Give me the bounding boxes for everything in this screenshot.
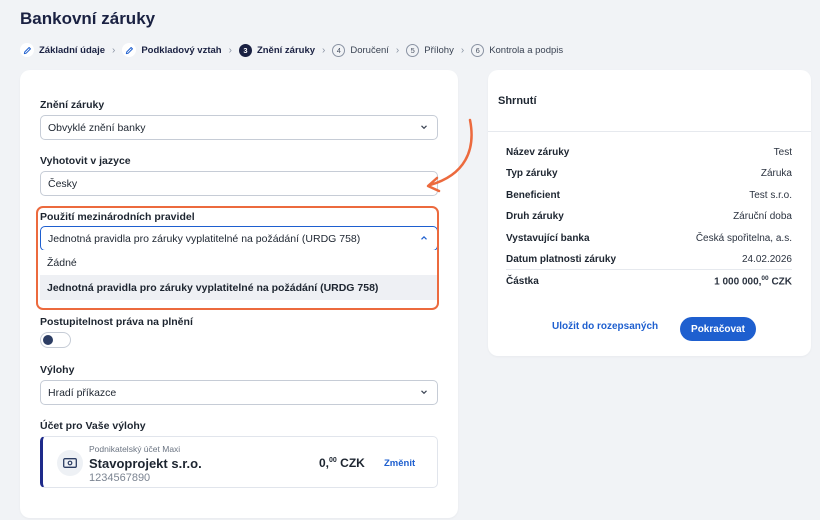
rules-option-urdg758[interactable]: Jednotná pravidla pro záruky vyplatiteln… <box>40 275 438 300</box>
account-name: Stavoprojekt s.r.o. <box>89 456 202 471</box>
chevron-right-icon: › <box>460 44 465 56</box>
chevron-down-icon <box>421 390 427 395</box>
step-attachments[interactable]: 5 Přílohy <box>406 43 454 57</box>
guarantee-form-card: Znění záruky Obvyklé znění banky Vyhotov… <box>20 70 458 518</box>
summary-row: Beneficient Test s.r.o. <box>506 189 792 201</box>
step-label: Základní údaje <box>39 44 105 56</box>
step-delivery[interactable]: 4 Doručení <box>332 43 389 57</box>
step-number: 4 <box>332 43 346 57</box>
summary-row: Typ záruky Záruka <box>506 167 792 179</box>
wording-select[interactable]: Obvyklé znění banky <box>40 115 438 140</box>
fee-account-card: Podnikatelský účet Maxi Stavoprojekt s.r… <box>40 436 438 488</box>
divider <box>488 131 811 132</box>
step-label: Doručení <box>350 44 389 56</box>
summary-row: Datum platnosti záruky 24.02.2026 <box>506 253 792 265</box>
step-underlying-relation[interactable]: Podkladový vztah <box>122 43 222 57</box>
fee-account-label: Účet pro Vaše výlohy <box>40 420 146 432</box>
fees-select[interactable]: Hradí příkazce <box>40 380 438 405</box>
summary-total-row: Částka 1 000 000,00 CZK <box>506 274 792 288</box>
wording-label: Znění záruky <box>40 99 105 111</box>
rules-dropdown: Žádné Jednotná pravidla pro záruky vypla… <box>40 250 438 306</box>
fees-select-value: Hradí příkazce <box>48 386 117 399</box>
account-type: Podnikatelský účet Maxi <box>89 444 181 454</box>
chevron-right-icon: › <box>322 44 326 56</box>
chevron-right-icon: › <box>228 44 232 56</box>
continue-button[interactable]: Pokračovat <box>680 317 756 341</box>
summary-row: Název záruky Test <box>506 146 792 158</box>
account-balance: 0,00 CZK <box>319 456 365 470</box>
chevron-right-icon: › <box>395 44 400 56</box>
save-draft-button[interactable]: Uložit do rozepsaných <box>552 321 658 332</box>
pencil-icon <box>122 43 137 57</box>
rules-select-value: Jednotná pravidla pro záruky vyplatiteln… <box>48 232 361 245</box>
banknote-icon <box>57 450 83 476</box>
fees-label: Výlohy <box>40 364 75 376</box>
step-review-sign[interactable]: 6 Kontrola a podpis <box>471 43 564 57</box>
step-label: Kontrola a podpis <box>489 44 564 56</box>
summary-row: Druh záruky Záruční doba <box>506 210 792 222</box>
step-basic-info[interactable]: Základní údaje <box>20 43 105 57</box>
rules-select[interactable]: Jednotná pravidla pro záruky vyplatiteln… <box>40 226 438 251</box>
language-field[interactable]: Česky <box>40 171 438 196</box>
step-number: 5 <box>406 43 420 57</box>
summary-row: Vystavující banka Česká spořitelna, a.s. <box>506 232 792 244</box>
summary-title: Shrnutí <box>498 95 537 107</box>
step-number: 6 <box>471 43 485 57</box>
step-number: 3 <box>238 43 252 57</box>
chevron-up-icon <box>421 235 427 240</box>
rules-label: Použití mezinárodních pravidel <box>40 211 195 223</box>
step-label: Přílohy <box>424 44 454 56</box>
chevron-right-icon: › <box>112 44 116 56</box>
stepper: Základní údaje › Podkladový vztah › 3 Zn… <box>20 42 563 58</box>
step-label: Znění záruky <box>256 44 316 56</box>
wording-select-value: Obvyklé znění banky <box>48 121 146 134</box>
summary-total-value: 1 000 000,00 CZK <box>714 274 792 288</box>
rules-option-none[interactable]: Žádné <box>40 250 438 275</box>
divider <box>506 269 792 270</box>
assignability-label: Postupitelnost práva na plnění <box>40 316 193 328</box>
page-title: Bankovní záruky <box>20 9 156 28</box>
language-field-value: Česky <box>48 177 78 190</box>
chevron-down-icon <box>421 125 427 130</box>
language-label: Vyhotovit v jazyce <box>40 155 131 167</box>
change-account-link[interactable]: Změnit <box>384 458 415 469</box>
pencil-icon <box>20 43 34 57</box>
assignability-toggle[interactable] <box>40 332 71 348</box>
step-label: Podkladový vztah <box>141 44 222 56</box>
step-guarantee-wording[interactable]: 3 Znění záruky <box>238 43 316 57</box>
account-number: 1234567890 <box>89 472 151 484</box>
toggle-knob <box>43 335 53 345</box>
summary-card: Shrnutí Název záruky Test Typ záruky Záruk… <box>488 70 811 356</box>
